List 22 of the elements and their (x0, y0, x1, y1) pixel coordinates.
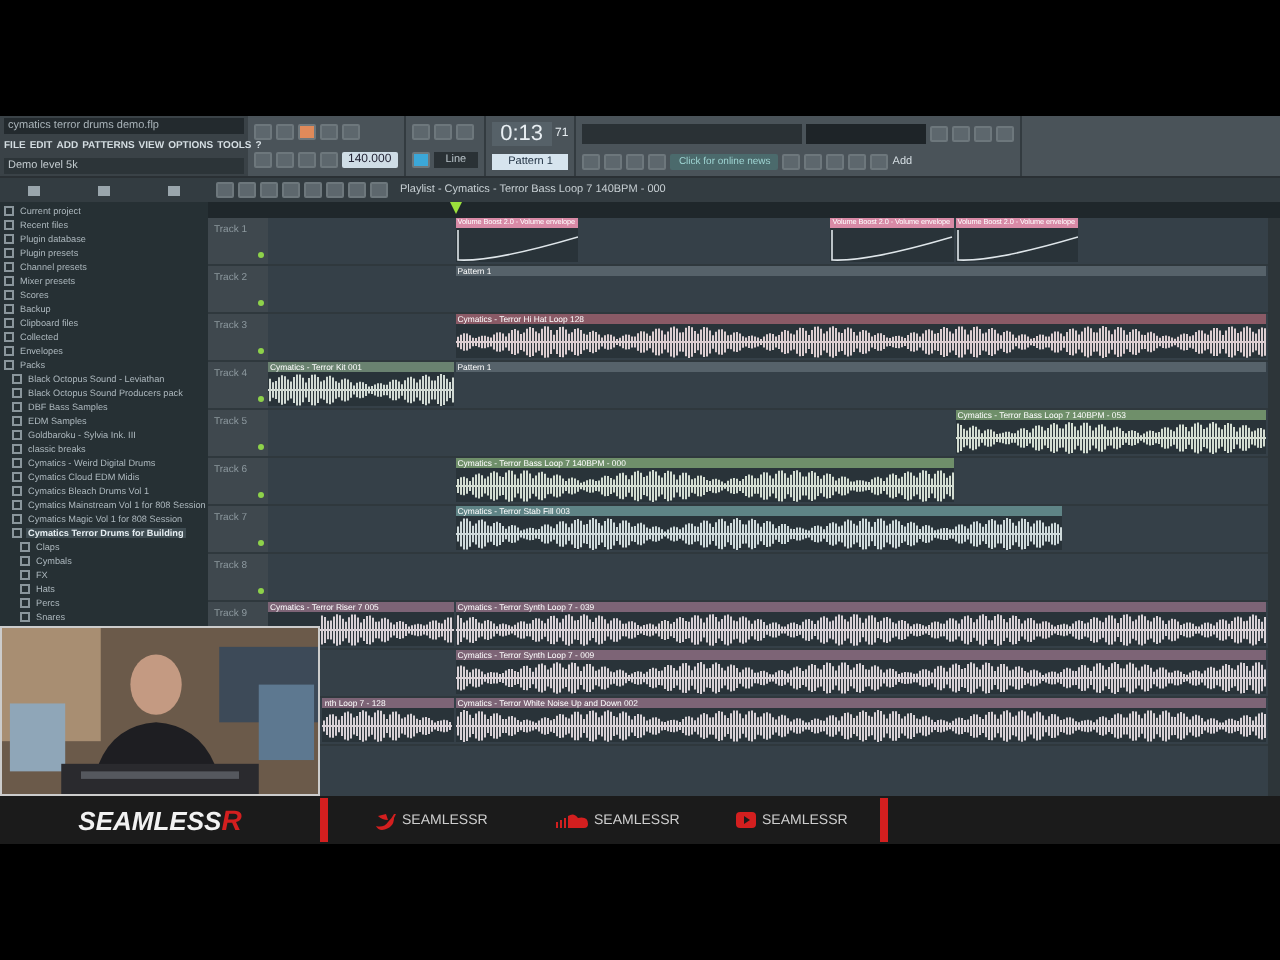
scrollbar[interactable] (1268, 218, 1280, 796)
browser-tab[interactable] (97, 185, 110, 195)
cpu-meter (806, 123, 927, 143)
mute-light[interactable] (258, 252, 264, 258)
mute-light[interactable] (258, 396, 264, 402)
play-icon (736, 810, 756, 830)
browser-tab[interactable] (28, 185, 41, 195)
mute-light[interactable] (258, 540, 264, 546)
cloud-icon (556, 812, 588, 828)
mute-light[interactable] (258, 444, 264, 450)
mute-light[interactable] (258, 300, 264, 306)
mute-light[interactable] (258, 588, 264, 594)
bird-icon (376, 811, 396, 829)
envelope-curve (455, 228, 579, 262)
logo-letter: R (221, 804, 242, 836)
mute-light[interactable] (258, 348, 264, 354)
logo-text: SEAMLESS (78, 806, 222, 836)
envelope-curve (830, 228, 954, 262)
envelope-curve (955, 228, 1079, 262)
mute-light[interactable] (258, 492, 264, 498)
time-display: 0:13 (492, 122, 552, 146)
browser-tab[interactable] (167, 185, 180, 195)
